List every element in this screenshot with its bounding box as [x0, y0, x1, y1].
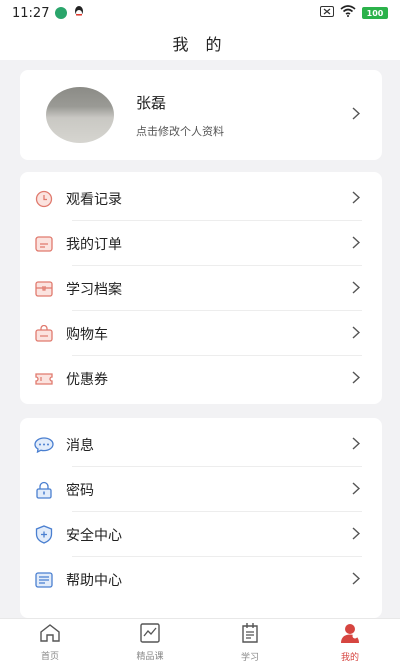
chevron-right-icon [352, 106, 361, 124]
chevron-right-icon [352, 481, 361, 499]
message-icon [34, 436, 54, 454]
coupon-icon [34, 370, 54, 388]
tab-label: 首页 [40, 652, 59, 662]
page-title: 我 的 [172, 35, 228, 54]
menu-item-label: 观看记录 [66, 191, 122, 208]
tab-profile[interactable]: 我的 [300, 619, 400, 666]
menu-item-watch-history[interactable]: 观看记录 [20, 176, 382, 221]
menu-item-password[interactable]: 密码 [20, 467, 382, 512]
notification-app-icon [55, 7, 68, 19]
menu-item-help-center[interactable]: 帮助中心 [20, 557, 382, 602]
menu-item-label: 优惠券 [66, 371, 108, 388]
menu-item-messages[interactable]: 消息 [20, 422, 382, 467]
profile-edit-hint: 点击修改个人资料 [136, 124, 224, 138]
chevron-right-icon [352, 280, 361, 298]
order-icon [34, 235, 54, 253]
study-icon [239, 622, 261, 648]
profile-name: 张磊 [136, 93, 167, 112]
battery-indicator: 100 [362, 7, 388, 19]
menu-item-label: 学习档案 [66, 281, 122, 298]
tab-label: 我的 [340, 653, 359, 663]
profile-card[interactable]: 张磊 点击修改个人资料 [20, 70, 382, 160]
profile-icon [339, 622, 361, 648]
menu-item-label: 密码 [66, 482, 94, 499]
menu-item-security-center[interactable]: 安全中心 [20, 512, 382, 557]
profile-text: 张磊 点击修改个人资料 [136, 92, 224, 139]
chevron-right-icon [352, 571, 361, 589]
tab-label: 学习 [240, 653, 259, 663]
menu-item-label: 帮助中心 [66, 572, 122, 589]
home-icon [39, 623, 61, 647]
menu-group-account: 观看记录 我的订单 学习档案 购物车 优惠券 [20, 172, 382, 404]
header: 我 的 [0, 26, 400, 60]
cart-icon [34, 325, 54, 343]
status-right: 100 [320, 5, 388, 21]
status-time: 11:27 [12, 5, 50, 21]
menu-item-label: 消息 [66, 437, 94, 454]
tab-label: 精品课 [136, 652, 164, 662]
lock-icon [34, 481, 54, 499]
menu-item-coupons[interactable]: 优惠券 [20, 356, 382, 401]
qq-notification-icon [73, 5, 85, 21]
clock-icon [34, 190, 54, 208]
sim-icon [320, 5, 334, 21]
tab-featured-courses[interactable]: 精品课 [100, 619, 200, 666]
chevron-right-icon [352, 235, 361, 253]
chevron-right-icon [352, 436, 361, 454]
archive-icon [34, 280, 54, 298]
menu-item-label: 我的订单 [66, 236, 122, 253]
chevron-right-icon [352, 370, 361, 388]
menu-item-my-orders[interactable]: 我的订单 [20, 221, 382, 266]
bottom-tab-bar: 首页 精品课 学习 我的 [0, 618, 400, 666]
wifi-icon [340, 5, 356, 21]
chevron-right-icon [352, 190, 361, 208]
status-bar: 11:27 100 [0, 0, 400, 26]
chevron-right-icon [352, 325, 361, 343]
tab-study[interactable]: 学习 [200, 619, 300, 666]
chart-icon [140, 623, 160, 647]
menu-item-study-archive[interactable]: 学习档案 [20, 266, 382, 311]
status-left: 11:27 [12, 5, 85, 21]
menu-group-settings: 消息 密码 安全中心 帮助中心 [20, 418, 382, 618]
help-icon [34, 571, 54, 589]
shield-icon [34, 525, 54, 544]
avatar[interactable] [46, 87, 114, 143]
tab-home[interactable]: 首页 [0, 619, 100, 666]
menu-item-shopping-cart[interactable]: 购物车 [20, 311, 382, 356]
chevron-right-icon [352, 526, 361, 544]
menu-item-label: 安全中心 [66, 527, 122, 544]
menu-item-label: 购物车 [66, 326, 108, 343]
